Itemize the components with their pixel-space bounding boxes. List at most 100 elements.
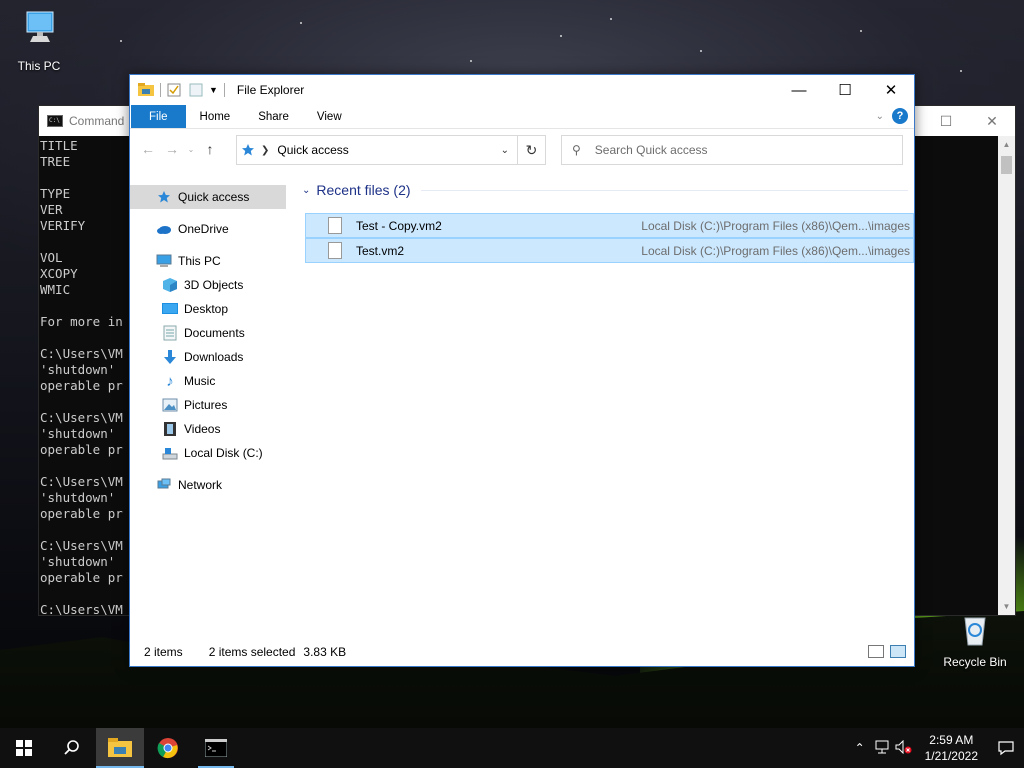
pictures-icon <box>162 397 178 413</box>
desktop-icon-this-pc[interactable]: This PC <box>1 8 77 73</box>
minimize-icon[interactable]: — <box>776 75 822 105</box>
nav-item-3d-objects[interactable]: 3D Objects <box>130 273 290 297</box>
music-icon: ♪ <box>166 372 174 390</box>
show-hidden-icons-icon[interactable]: ⌃ <box>849 741 871 755</box>
clock-time: 2:59 AM <box>929 733 974 747</box>
taskbar-file-explorer[interactable] <box>96 728 144 768</box>
star-icon <box>156 189 172 205</box>
computer-icon <box>26 11 54 42</box>
up-icon[interactable]: ↑ <box>198 141 222 157</box>
nav-label: Pictures <box>184 398 228 412</box>
back-icon[interactable]: ← <box>136 141 160 157</box>
nav-label: OneDrive <box>178 222 229 236</box>
quick-access-toolbar: ▼ <box>130 83 231 97</box>
address-dropdown-icon[interactable]: ⌄ <box>501 145 509 156</box>
nav-label: Music <box>184 374 216 388</box>
selection-size: 3.83 KB <box>303 645 347 659</box>
maximize-icon[interactable]: ☐ <box>923 106 969 136</box>
file-list: ⌄ Recent files (2) Test - Copy.vm2 Local… <box>302 175 914 638</box>
refresh-icon[interactable]: ↻ <box>518 135 546 165</box>
folder-icon <box>108 738 132 757</box>
item-count: 2 items <box>144 645 183 659</box>
volume-muted-icon[interactable] <box>893 739 915 757</box>
file-icon <box>328 217 342 234</box>
nav-item-network[interactable]: Network <box>130 473 290 497</box>
desktop-icon-label: Recycle Bin <box>943 655 1007 669</box>
computer-icon <box>156 253 172 269</box>
nav-item-downloads[interactable]: Downloads <box>130 345 290 369</box>
document-icon <box>162 325 178 341</box>
group-header-recent-files[interactable]: ⌄ Recent files (2) <box>302 175 914 205</box>
nav-item-onedrive[interactable]: OneDrive <box>130 217 290 241</box>
folder-icon[interactable] <box>138 83 154 97</box>
system-tray: ⌃ 2:59 AM 1/21/2022 <box>849 728 1024 768</box>
file-name: Test - Copy.vm2 <box>356 218 442 233</box>
nav-item-quick-access[interactable]: Quick access <box>130 185 286 209</box>
search-button[interactable] <box>48 728 96 768</box>
close-icon[interactable]: ✕ <box>969 106 1015 136</box>
nav-item-local-disk[interactable]: Local Disk (C:) <box>130 441 290 465</box>
tab-share[interactable]: Share <box>244 105 303 128</box>
start-button[interactable] <box>0 728 48 768</box>
cmd-scrollbar[interactable]: ▲ ▼ <box>998 136 1015 615</box>
nav-item-documents[interactable]: Documents <box>130 321 290 345</box>
network-icon[interactable] <box>871 740 893 757</box>
explorer-titlebar[interactable]: ▼ File Explorer — ☐ ✕ <box>130 75 914 105</box>
large-icons-view-icon[interactable] <box>890 645 906 658</box>
customize-qat-icon[interactable]: ▼ <box>209 85 218 95</box>
star-icon <box>242 144 254 156</box>
terminal-icon <box>205 739 227 757</box>
nav-label: Desktop <box>184 302 229 316</box>
help-icon[interactable]: ? <box>892 108 908 124</box>
nav-item-music[interactable]: ♪ Music <box>130 369 290 393</box>
properties-icon[interactable] <box>167 83 181 97</box>
tab-view[interactable]: View <box>303 105 356 128</box>
chevron-down-icon[interactable]: ⌄ <box>302 185 310 196</box>
forward-icon[interactable]: → <box>160 141 184 157</box>
windows-logo-icon <box>16 740 32 756</box>
nav-label: Quick access <box>178 190 250 204</box>
expand-ribbon-icon[interactable]: ⌄ <box>876 111 884 122</box>
film-icon <box>162 421 178 437</box>
download-icon <box>162 349 178 365</box>
scroll-thumb[interactable] <box>1001 156 1012 174</box>
nav-item-desktop[interactable]: Desktop <box>130 297 290 321</box>
maximize-icon[interactable]: ☐ <box>822 75 868 105</box>
network-icon <box>156 477 172 493</box>
scroll-up-icon[interactable]: ▲ <box>998 136 1015 153</box>
tab-file[interactable]: File <box>131 105 186 128</box>
search-icon <box>64 740 79 755</box>
close-icon[interactable]: ✕ <box>868 75 914 105</box>
search-box[interactable]: ⚲ Search Quick access <box>561 135 903 165</box>
taskbar-chrome[interactable] <box>144 728 192 768</box>
breadcrumb-chevron-icon[interactable]: ❯ <box>261 145 269 156</box>
recent-locations-icon[interactable]: ⌄ <box>184 145 198 154</box>
new-folder-icon[interactable] <box>189 83 203 97</box>
breadcrumb-location[interactable]: Quick access <box>277 143 348 157</box>
taskbar: ⌃ 2:59 AM 1/21/2022 <box>0 728 1024 768</box>
list-item[interactable]: Test.vm2 Local Disk (C:)\Program Files (… <box>305 238 914 263</box>
file-location: Local Disk (C:)\Program Files (x86)\Qem.… <box>641 243 910 258</box>
navigation-pane: Quick access OneDrive This PC 3D Objects <box>130 185 290 638</box>
desktop-icon-label: This PC <box>17 59 61 73</box>
taskbar-command-prompt[interactable] <box>192 728 240 768</box>
scroll-down-icon[interactable]: ▼ <box>998 598 1015 615</box>
nav-item-pictures[interactable]: Pictures <box>130 393 290 417</box>
cloud-icon <box>156 221 172 237</box>
search-placeholder[interactable]: Search Quick access <box>595 143 708 157</box>
desktop-icon-recycle-bin[interactable]: Recycle Bin <box>937 612 1013 669</box>
file-name: Test.vm2 <box>356 243 405 258</box>
address-bar[interactable]: ❯ Quick access ⌄ <box>236 135 518 165</box>
action-center-button[interactable] <box>988 740 1024 756</box>
address-bar-row: ← → ⌄ ↑ ❯ Quick access ⌄ ↻ ⚲ Search Quic… <box>130 129 914 169</box>
file-explorer-window[interactable]: ▼ File Explorer — ☐ ✕ File Home Share Vi… <box>129 74 915 667</box>
list-item[interactable]: Test - Copy.vm2 Local Disk (C:)\Program … <box>305 213 914 238</box>
file-icon <box>328 242 342 259</box>
search-icon: ⚲ <box>572 143 581 157</box>
nav-item-this-pc[interactable]: This PC <box>130 249 290 273</box>
clock[interactable]: 2:59 AM 1/21/2022 <box>915 732 988 764</box>
details-view-icon[interactable] <box>868 645 884 658</box>
tab-home[interactable]: Home <box>186 105 245 128</box>
nav-item-videos[interactable]: Videos <box>130 417 290 441</box>
nav-label: Videos <box>184 422 221 436</box>
